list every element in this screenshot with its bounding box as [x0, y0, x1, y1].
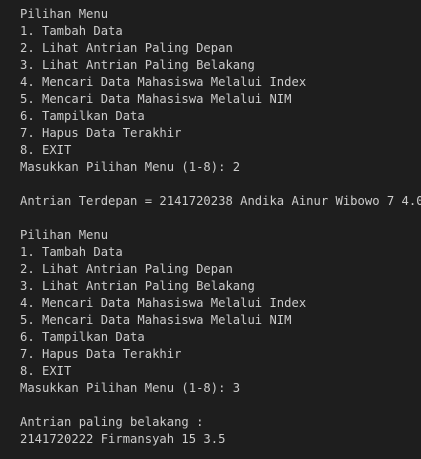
menu-item-cari-index: 4. Mencari Data Mahasiswa Melalui Index: [20, 296, 307, 310]
menu-item-cari-nim: 5. Mencari Data Mahasiswa Melalui NIM: [20, 313, 292, 327]
menu-item-cari-index: 4. Mencari Data Mahasiswa Melalui Index: [20, 75, 307, 89]
terminal-output[interactable]: Pilihan Menu 1. Tambah Data 2. Lihat Ant…: [0, 0, 421, 459]
menu-item-exit: 8. EXIT: [20, 364, 72, 378]
result-rear-label: Antrian paling belakang :: [20, 415, 204, 429]
result-front-queue: Antrian Terdepan = 2141720238 Andika Ain…: [20, 194, 421, 208]
menu-item-lihat-depan: 2. Lihat Antrian Paling Depan: [20, 262, 233, 276]
menu-item-lihat-depan: 2. Lihat Antrian Paling Depan: [20, 41, 233, 55]
menu-item-tambah-data: 1. Tambah Data: [20, 245, 123, 259]
menu-item-cari-nim: 5. Mencari Data Mahasiswa Melalui NIM: [20, 92, 292, 106]
menu-item-tambah-data: 1. Tambah Data: [20, 24, 123, 38]
menu-prompt: Masukkan Pilihan Menu (1-8): 3: [20, 381, 241, 395]
menu-item-hapus-data: 7. Hapus Data Terakhir: [20, 347, 182, 361]
menu-item-lihat-belakang: 3. Lihat Antrian Paling Belakang: [20, 58, 255, 72]
menu-item-hapus-data: 7. Hapus Data Terakhir: [20, 126, 182, 140]
menu-item-lihat-belakang: 3. Lihat Antrian Paling Belakang: [20, 279, 255, 293]
menu-title: Pilihan Menu: [20, 7, 109, 21]
menu-title: Pilihan Menu: [20, 228, 109, 242]
menu-item-tampilkan-data: 6. Tampilkan Data: [20, 109, 145, 123]
result-rear-value: 2141720222 Firmansyah 15 3.5: [20, 432, 226, 446]
menu-prompt: Masukkan Pilihan Menu (1-8): 2: [20, 160, 241, 174]
menu-item-tampilkan-data: 6. Tampilkan Data: [20, 330, 145, 344]
menu-item-exit: 8. EXIT: [20, 143, 72, 157]
